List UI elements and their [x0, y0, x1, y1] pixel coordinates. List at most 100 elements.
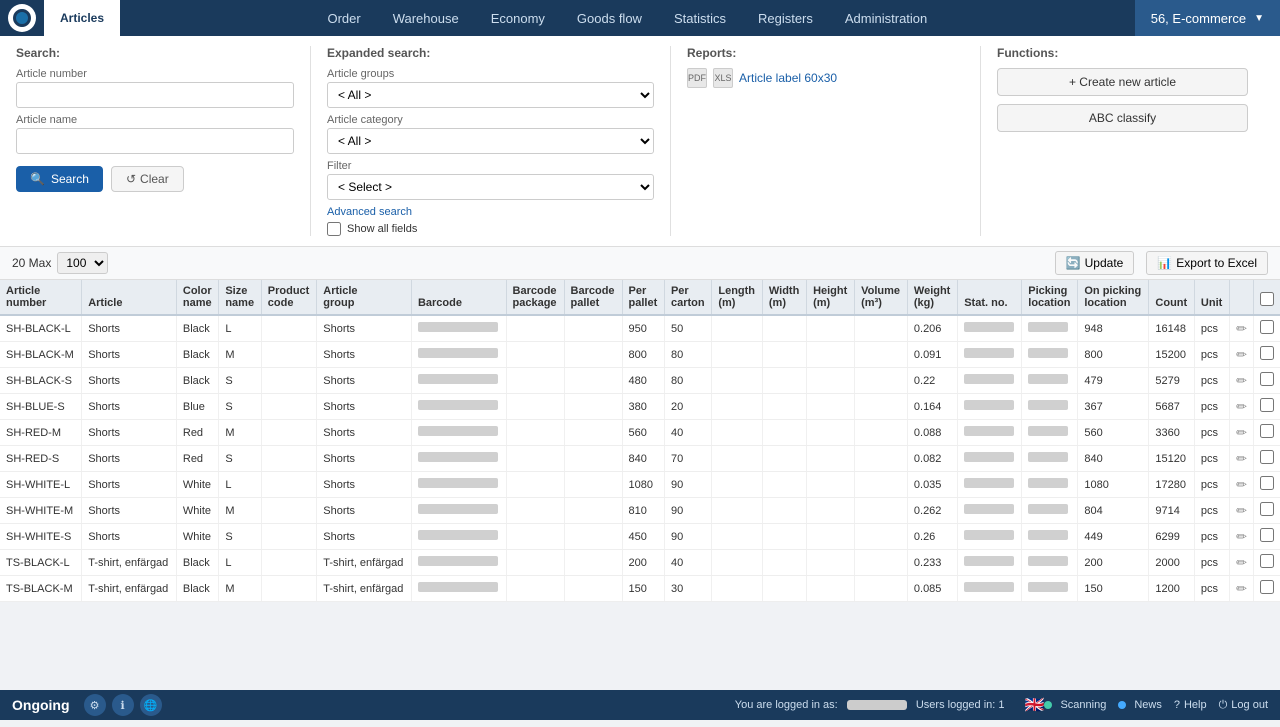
advanced-search-link[interactable]: Advanced search — [327, 206, 654, 218]
th-article-number[interactable]: Articlenumber — [0, 280, 82, 315]
row-checkbox[interactable] — [1260, 502, 1274, 516]
row-checkbox[interactable] — [1260, 346, 1274, 360]
update-button[interactable]: 🔄 Update — [1055, 251, 1135, 275]
create-article-button[interactable]: + Create new article — [997, 68, 1248, 96]
show-all-fields-checkbox[interactable] — [327, 222, 341, 236]
cell-edit[interactable]: ✏ — [1230, 368, 1254, 394]
nav-statistics[interactable]: Statistics — [658, 0, 742, 36]
cell-checkbox[interactable] — [1254, 394, 1280, 420]
th-color-name[interactable]: Colorname — [176, 280, 218, 315]
th-weight[interactable]: Weight(kg) — [907, 280, 957, 315]
th-unit[interactable]: Unit — [1194, 280, 1229, 315]
news-link[interactable]: News — [1118, 699, 1162, 711]
nav-economy[interactable]: Economy — [475, 0, 561, 36]
th-per-carton[interactable]: Percarton — [664, 280, 711, 315]
th-per-pallet[interactable]: Perpallet — [622, 280, 664, 315]
nav-goods-flow[interactable]: Goods flow — [561, 0, 658, 36]
pdf-icon[interactable]: PDF — [687, 68, 707, 88]
th-length[interactable]: Length(m) — [712, 280, 763, 315]
row-checkbox[interactable] — [1260, 476, 1274, 490]
info-icon[interactable]: ℹ — [112, 694, 134, 716]
row-checkbox[interactable] — [1260, 554, 1274, 568]
row-checkbox[interactable] — [1260, 424, 1274, 438]
th-checkbox-all[interactable] — [1254, 280, 1280, 315]
edit-icon[interactable]: ✏ — [1236, 373, 1247, 388]
help-link[interactable]: ? Help — [1174, 699, 1207, 711]
edit-icon[interactable]: ✏ — [1236, 425, 1247, 440]
cell-edit[interactable]: ✏ — [1230, 420, 1254, 446]
cell-edit[interactable]: ✏ — [1230, 342, 1254, 368]
cell-edit[interactable]: ✏ — [1230, 524, 1254, 550]
cell-per-carton: 40 — [664, 420, 711, 446]
th-height[interactable]: Height(m) — [807, 280, 855, 315]
settings-icon[interactable]: ⚙ — [84, 694, 106, 716]
cell-checkbox[interactable] — [1254, 524, 1280, 550]
nav-administration[interactable]: Administration — [829, 0, 943, 36]
article-number-input[interactable] — [16, 82, 294, 108]
row-checkbox[interactable] — [1260, 580, 1274, 594]
cell-checkbox[interactable] — [1254, 472, 1280, 498]
clear-button[interactable]: ↺ Clear — [111, 166, 184, 192]
th-size-name[interactable]: Sizename — [219, 280, 261, 315]
article-name-input[interactable] — [16, 128, 294, 154]
edit-icon[interactable]: ✏ — [1236, 529, 1247, 544]
cell-edit[interactable]: ✏ — [1230, 315, 1254, 342]
cell-checkbox[interactable] — [1254, 368, 1280, 394]
cell-edit[interactable]: ✏ — [1230, 446, 1254, 472]
xls-icon[interactable]: XLS — [713, 68, 733, 88]
edit-icon[interactable]: ✏ — [1236, 581, 1247, 596]
row-checkbox[interactable] — [1260, 450, 1274, 464]
filter-select[interactable]: < Select > — [327, 174, 654, 200]
cell-checkbox[interactable] — [1254, 576, 1280, 602]
th-article-group[interactable]: Articlegroup — [317, 280, 412, 315]
export-button[interactable]: 📊 Export to Excel — [1146, 251, 1268, 275]
th-product-code[interactable]: Productcode — [261, 280, 316, 315]
nav-order[interactable]: Order — [311, 0, 376, 36]
th-count[interactable]: Count — [1149, 280, 1195, 315]
cell-checkbox[interactable] — [1254, 315, 1280, 342]
globe-icon[interactable]: 🌐 — [140, 694, 162, 716]
nav-warehouse[interactable]: Warehouse — [377, 0, 475, 36]
logout-link[interactable]: ⏻ Log out — [1219, 699, 1268, 712]
search-button[interactable]: 🔍 Search — [16, 166, 103, 192]
th-picking-location[interactable]: Pickinglocation — [1022, 280, 1078, 315]
edit-icon[interactable]: ✏ — [1236, 503, 1247, 518]
article-groups-select[interactable]: < All > — [327, 82, 654, 108]
th-barcode-package[interactable]: Barcodepackage — [506, 280, 564, 315]
cell-checkbox[interactable] — [1254, 446, 1280, 472]
edit-icon[interactable]: ✏ — [1236, 399, 1247, 414]
cell-edit[interactable]: ✏ — [1230, 576, 1254, 602]
edit-icon[interactable]: ✏ — [1236, 477, 1247, 492]
row-checkbox[interactable] — [1260, 528, 1274, 542]
abc-classify-button[interactable]: ABC classify — [997, 104, 1248, 132]
cell-edit[interactable]: ✏ — [1230, 498, 1254, 524]
th-on-picking-location[interactable]: On pickinglocation — [1078, 280, 1149, 315]
cell-checkbox[interactable] — [1254, 420, 1280, 446]
cell-checkbox[interactable] — [1254, 550, 1280, 576]
row-checkbox[interactable] — [1260, 320, 1274, 334]
edit-icon[interactable]: ✏ — [1236, 321, 1247, 336]
cell-checkbox[interactable] — [1254, 342, 1280, 368]
user-dropdown[interactable]: 56, E-commerce ▼ — [1135, 0, 1280, 36]
th-volume[interactable]: Volume(m³) — [855, 280, 908, 315]
edit-icon[interactable]: ✏ — [1236, 555, 1247, 570]
scanning-link[interactable]: Scanning — [1044, 699, 1106, 711]
article-category-select[interactable]: < All > — [327, 128, 654, 154]
cell-edit[interactable]: ✏ — [1230, 550, 1254, 576]
row-checkbox[interactable] — [1260, 398, 1274, 412]
th-stat-no[interactable]: Stat. no. — [958, 280, 1022, 315]
article-label-link[interactable]: Article label 60x30 — [739, 71, 837, 85]
cell-edit[interactable]: ✏ — [1230, 472, 1254, 498]
th-width[interactable]: Width(m) — [762, 280, 806, 315]
articles-tab[interactable]: Articles — [44, 0, 120, 36]
th-barcode[interactable]: Barcode — [411, 280, 506, 315]
th-article[interactable]: Article — [82, 280, 177, 315]
max-dropdown[interactable]: 100 — [57, 252, 108, 274]
edit-icon[interactable]: ✏ — [1236, 451, 1247, 466]
cell-checkbox[interactable] — [1254, 498, 1280, 524]
th-barcode-pallet[interactable]: Barcodepallet — [564, 280, 622, 315]
nav-registers[interactable]: Registers — [742, 0, 829, 36]
edit-icon[interactable]: ✏ — [1236, 347, 1247, 362]
row-checkbox[interactable] — [1260, 372, 1274, 386]
cell-edit[interactable]: ✏ — [1230, 394, 1254, 420]
